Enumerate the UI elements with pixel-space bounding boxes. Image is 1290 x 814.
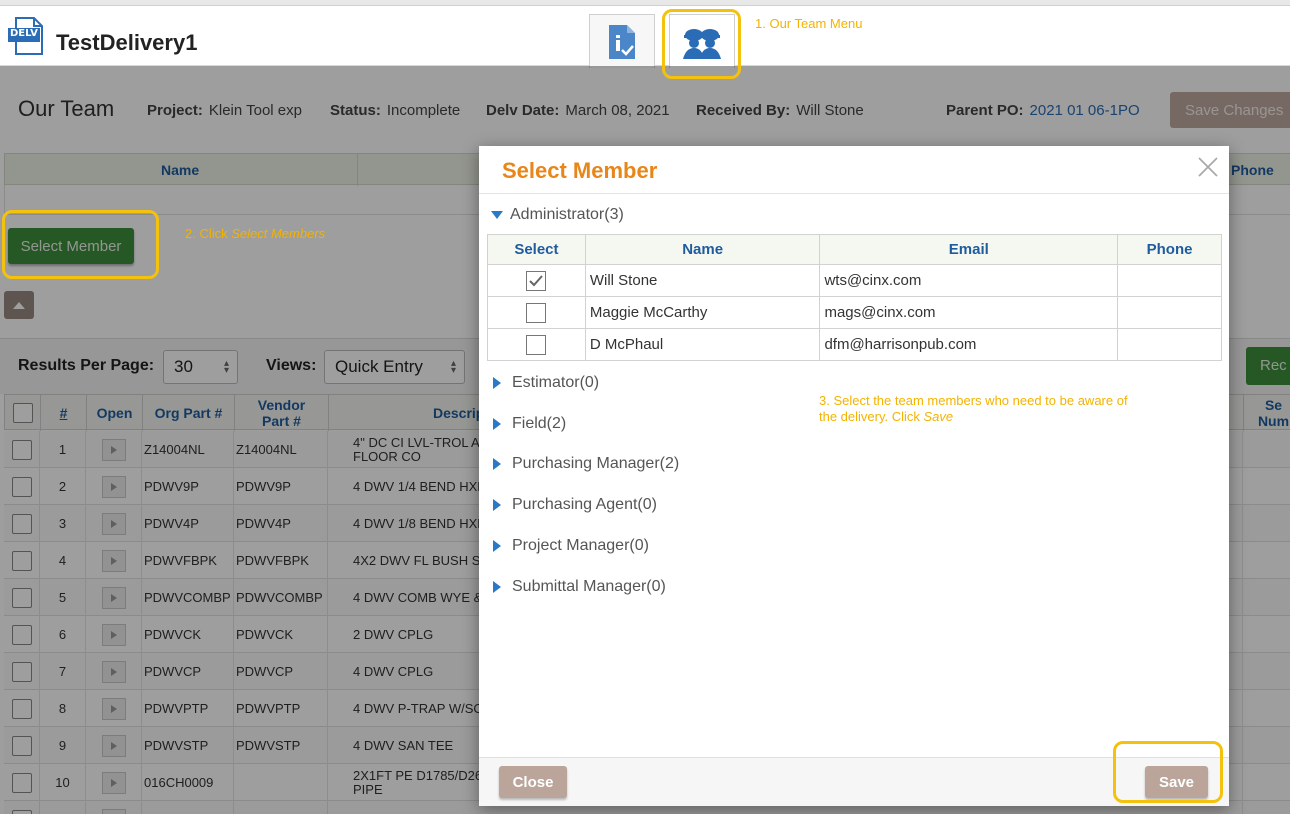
caret-right-icon	[493, 418, 501, 430]
member-phone	[1117, 296, 1222, 329]
delivery-logo-icon: DELV	[8, 16, 48, 56]
member-row: Will Stone wts@cinx.com	[487, 264, 1222, 297]
member-phone	[1117, 328, 1222, 361]
member-row: Maggie McCarthy mags@cinx.com	[487, 296, 1222, 329]
member-header-phone: Phone	[1117, 234, 1222, 265]
highlight-select-member	[2, 210, 159, 279]
app-header: DELV TestDelivery1	[0, 6, 1290, 68]
caret-right-icon	[493, 458, 501, 470]
member-checkbox-maggie-mccarthy[interactable]	[526, 302, 547, 323]
logo-text: DELV	[10, 28, 38, 39]
annotation-step2: 2. Click Select Members	[185, 226, 326, 241]
highlight-our-team-menu	[662, 9, 741, 79]
member-name: Will Stone	[584, 264, 821, 297]
checkmark-icon	[529, 274, 544, 286]
dialog-close-x-button[interactable]	[1197, 156, 1219, 178]
member-checkbox-d-mcphaul[interactable]	[526, 334, 547, 355]
member-checkbox-will-stone[interactable]	[526, 270, 547, 291]
annotation-step1: 1. Our Team Menu	[755, 16, 863, 31]
caret-right-icon	[493, 540, 501, 552]
member-header-select: Select	[487, 234, 586, 265]
dialog-title: Select Member	[502, 158, 658, 183]
member-email: mags@cinx.com	[819, 296, 1119, 329]
member-table: Select Name Email Phone Will Stone wts@c…	[487, 234, 1222, 361]
highlight-save-button	[1113, 741, 1223, 803]
member-email: dfm@harrisonpub.com	[819, 328, 1119, 361]
member-header-name: Name	[584, 234, 821, 265]
member-header-email: Email	[819, 234, 1119, 265]
member-email: wts@cinx.com	[819, 264, 1119, 297]
group-project-manager[interactable]: Project Manager(0)	[491, 537, 649, 555]
member-phone	[1117, 264, 1222, 297]
annotation-step3: 3. Select the team members who need to b…	[819, 393, 1128, 424]
caret-down-icon	[491, 211, 503, 219]
caret-right-icon	[493, 499, 501, 511]
group-submittal-manager[interactable]: Submittal Manager(0)	[491, 578, 666, 596]
member-name: Maggie McCarthy	[584, 296, 821, 329]
document-check-icon	[609, 24, 635, 59]
group-purchasing-manager[interactable]: Purchasing Manager(2)	[491, 455, 679, 473]
group-administrator[interactable]: Administrator(3)	[491, 206, 624, 224]
select-member-dialog: Select Member Administrator(3) Select Na…	[479, 146, 1229, 806]
group-estimator[interactable]: Estimator(0)	[491, 374, 599, 392]
app-title: TestDelivery1	[56, 30, 198, 55]
caret-right-icon	[493, 581, 501, 593]
caret-right-icon	[493, 377, 501, 389]
member-row: D McPhaul dfm@harrisonpub.com	[487, 328, 1222, 361]
close-icon	[1198, 157, 1218, 177]
group-purchasing-agent[interactable]: Purchasing Agent(0)	[491, 496, 657, 514]
member-name: D McPhaul	[584, 328, 821, 361]
tab-delivery-info[interactable]	[589, 14, 655, 68]
close-button[interactable]: Close	[499, 766, 567, 798]
group-field[interactable]: Field(2)	[491, 415, 566, 433]
